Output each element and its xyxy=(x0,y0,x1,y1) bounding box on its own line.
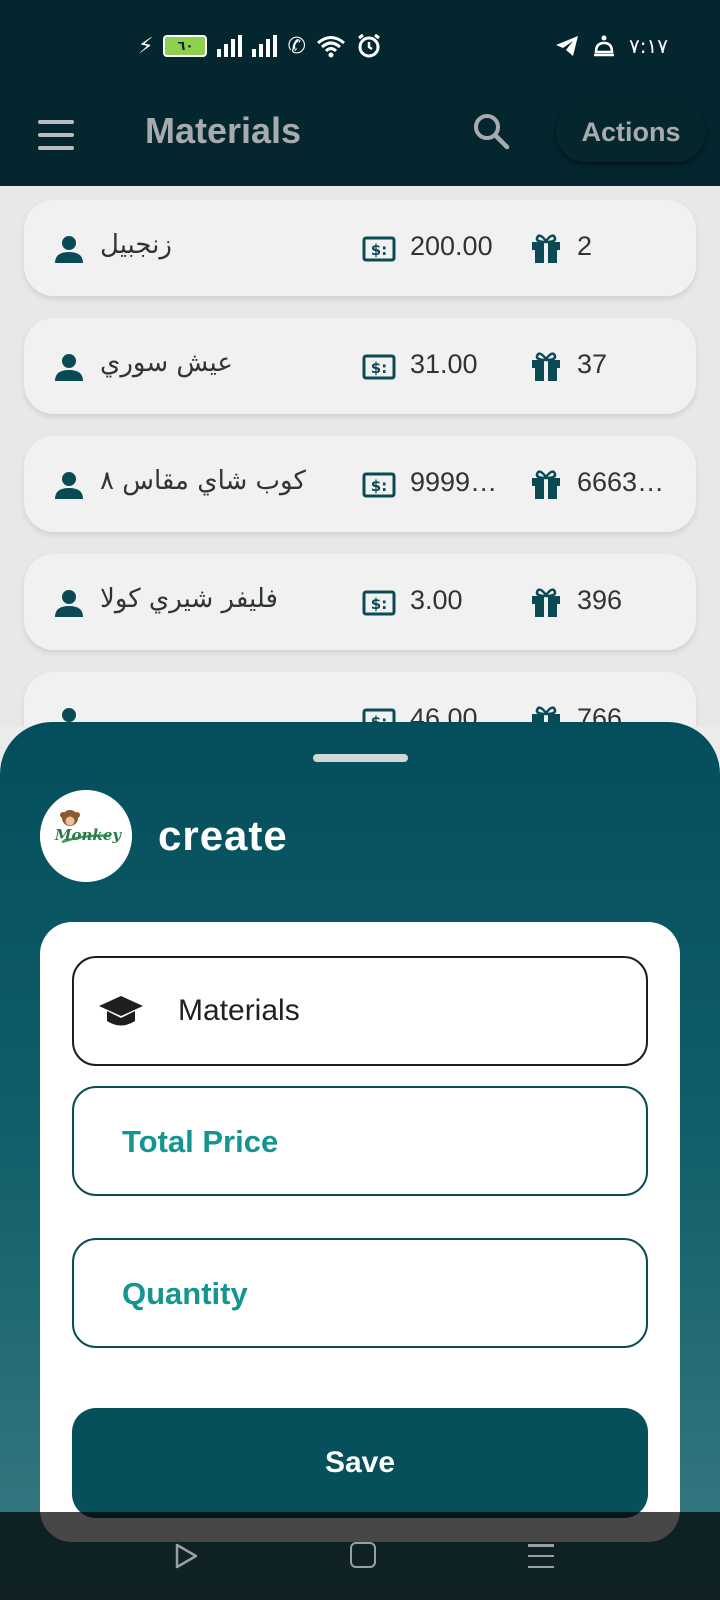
total-price-field[interactable]: Total Price xyxy=(72,1086,648,1196)
gift-icon xyxy=(532,470,560,499)
gift-icon xyxy=(532,588,560,617)
home-square-icon[interactable] xyxy=(350,1542,376,1568)
sheet-title: create xyxy=(158,812,288,859)
person-icon xyxy=(55,354,83,381)
search-icon[interactable] xyxy=(472,112,510,150)
material-select[interactable]: Materials xyxy=(72,956,648,1066)
quantity-label: Quantity xyxy=(122,1276,248,1311)
list-item[interactable]: زنجبيل $: 200.00 2 xyxy=(24,200,696,296)
system-navigation-bar xyxy=(0,1512,720,1600)
material-name: زنجبيل xyxy=(100,230,172,260)
create-form-card: Materials Total Price Quantity Save xyxy=(40,922,680,1542)
wifi-calling-icon: ✆ xyxy=(287,33,306,59)
svg-text:$:: $: xyxy=(371,359,387,377)
list-item[interactable]: عيش سوري $: 31.00 37 xyxy=(24,318,696,414)
person-icon xyxy=(55,236,83,263)
list-item[interactable]: كوب شاي مقاس ٨ $: 9999… 6663… xyxy=(24,436,696,532)
material-price: 31.00 xyxy=(410,349,478,379)
person-icon xyxy=(55,472,83,499)
material-quantity: 2 xyxy=(577,231,593,261)
money-icon: $: xyxy=(362,236,396,262)
alarm-icon xyxy=(357,33,380,58)
total-price-label: Total Price xyxy=(122,1124,279,1159)
svg-text:$:: $: xyxy=(371,477,387,495)
status-bar: ⚡ ٦٠ ✆ ٧:١٧ xyxy=(0,0,720,90)
actions-button[interactable]: Actions xyxy=(556,102,706,162)
gift-icon xyxy=(532,352,560,381)
svg-text:$:: $: xyxy=(371,241,387,259)
create-bottom-sheet: Monkey create Materials Total Price Quan… xyxy=(0,722,720,1600)
status-icons-left: ⚡ ٦٠ ✆ xyxy=(138,30,382,62)
material-name: فليفر شيري كولا xyxy=(100,584,278,614)
material-select-value: Materials xyxy=(178,994,300,1027)
battery-icon: ٦٠ xyxy=(163,35,208,57)
monkey-logo-icon: Monkey xyxy=(40,790,132,882)
quantity-field[interactable]: Quantity xyxy=(72,1238,648,1348)
person-icon xyxy=(55,590,83,617)
money-icon: $: xyxy=(362,590,396,616)
logo-text: Monkey xyxy=(54,826,122,844)
list-item[interactable]: $: 46.00 766 xyxy=(24,672,696,726)
menu-icon[interactable] xyxy=(38,120,74,150)
page-title: Materials xyxy=(145,110,302,151)
material-price: 9999… xyxy=(410,467,498,497)
clock: ٧:١٧ xyxy=(629,34,668,58)
notification-icon xyxy=(594,35,615,57)
app-bar: Materials Actions xyxy=(0,90,720,186)
material-quantity: 37 xyxy=(577,349,608,379)
signal-2-icon xyxy=(252,35,278,57)
save-button[interactable]: Save xyxy=(72,1408,648,1518)
telegram-icon xyxy=(556,36,579,56)
materials-list: زنجبيل $: 200.00 2 عيش سوري $: 31.00 37 … xyxy=(0,186,720,726)
list-item[interactable]: فليفر شيري كولا $: 3.00 396 xyxy=(24,554,696,650)
status-icons-right: ٧:١٧ xyxy=(555,30,668,62)
back-triangle-icon[interactable] xyxy=(172,1542,200,1570)
gift-icon xyxy=(532,234,560,263)
material-price: 3.00 xyxy=(410,585,463,615)
money-icon: $: xyxy=(362,354,396,380)
money-icon: $: xyxy=(362,472,396,498)
material-quantity: 6663… xyxy=(577,467,665,497)
graduation-cap-icon xyxy=(99,996,143,1026)
material-quantity: 396 xyxy=(577,585,623,615)
recents-menu-icon[interactable] xyxy=(528,1544,554,1568)
drag-handle[interactable] xyxy=(313,754,408,762)
material-price: 200.00 xyxy=(410,231,493,261)
svg-text:$:: $: xyxy=(371,595,387,613)
material-name: كوب شاي مقاس ٨ xyxy=(100,466,306,496)
material-name: عيش سوري xyxy=(100,348,233,378)
signal-1-icon xyxy=(217,35,243,57)
wifi-icon xyxy=(316,36,345,58)
charging-bolt-icon: ⚡ xyxy=(138,33,154,58)
